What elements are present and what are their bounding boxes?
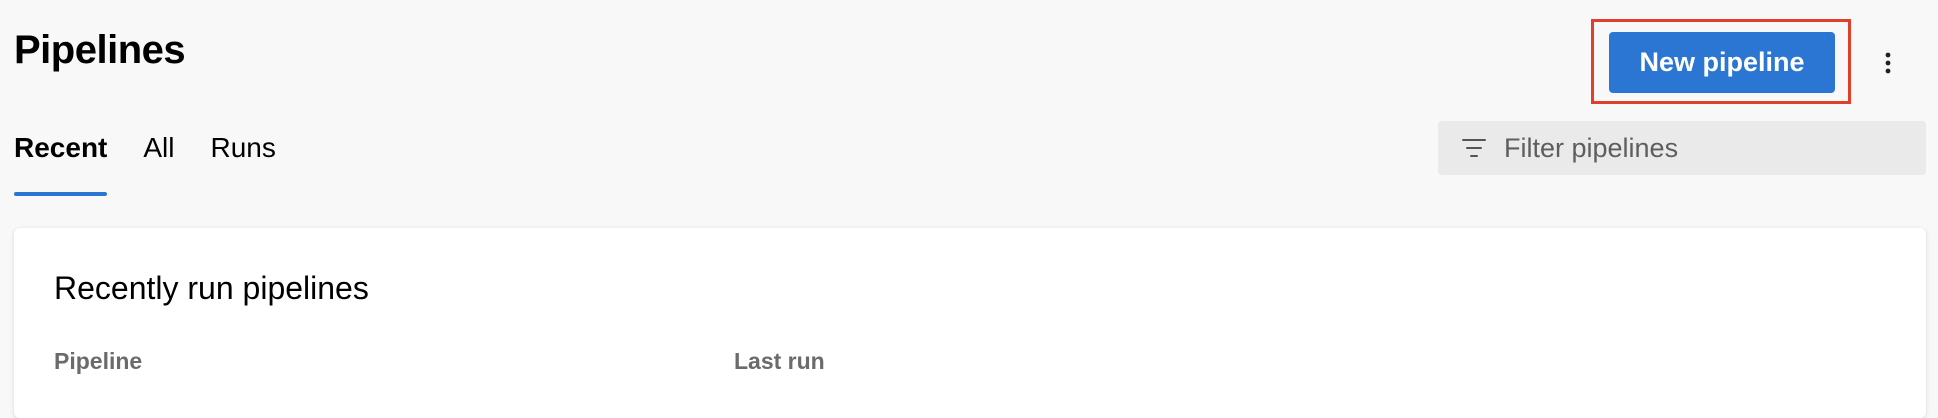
filter-pipelines-input[interactable]	[1504, 132, 1884, 164]
card-title: Recently run pipelines	[54, 270, 369, 306]
filter-icon	[1462, 139, 1486, 157]
recent-pipelines-card: Recently run pipelines Pipeline Last run	[14, 228, 1926, 418]
filter-bar[interactable]	[1438, 121, 1926, 175]
column-header-pipeline[interactable]: Pipeline	[54, 346, 142, 376]
page-title: Pipelines	[14, 28, 186, 72]
tab-all[interactable]: All	[143, 128, 174, 196]
more-actions-button[interactable]	[1872, 43, 1904, 83]
column-header-last-run[interactable]: Last run	[734, 346, 825, 376]
tab-recent[interactable]: Recent	[14, 128, 108, 196]
pipeline-tabs: Recent All Runs	[14, 128, 312, 196]
tab-runs[interactable]: Runs	[211, 128, 276, 196]
more-vertical-icon	[1885, 52, 1891, 74]
new-pipeline-button[interactable]: New pipeline	[1609, 32, 1835, 93]
